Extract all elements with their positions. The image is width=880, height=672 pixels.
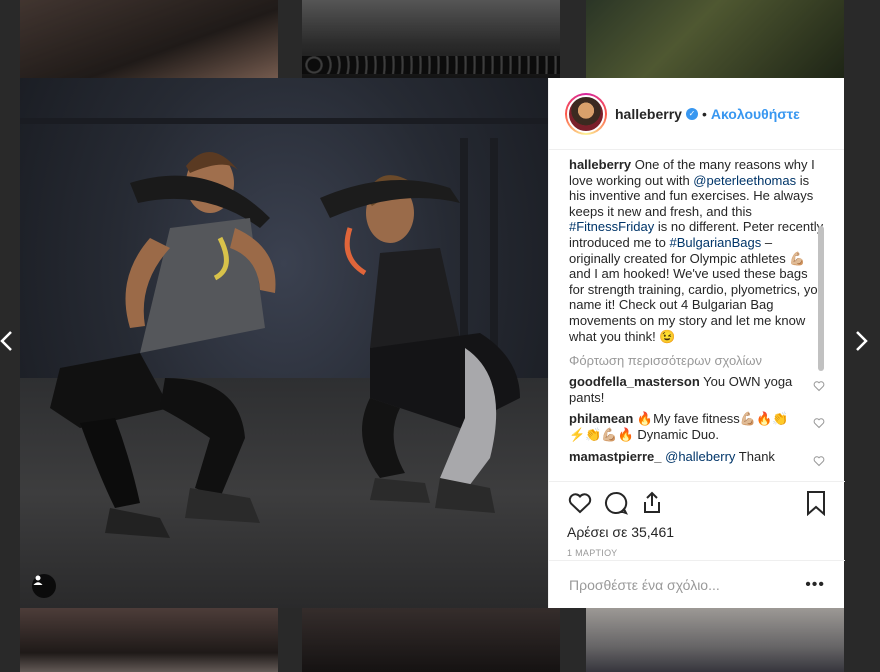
load-more-comments-button[interactable]: Φόρτωση περισσότερων σχολίων (569, 353, 825, 368)
comment-input[interactable] (569, 576, 806, 593)
workout-scene-illustration (20, 118, 548, 538)
post-modal: halleberry ✓ • Ακολουθήστε halleberry On… (20, 78, 845, 608)
bookmark-icon[interactable] (805, 490, 827, 516)
add-comment-bar: ••• (549, 560, 845, 608)
comment-item: philamean 🔥My fave fitness💪🏼🔥👏⚡👏💪🏼🔥 Dyna… (569, 411, 825, 442)
mention-link[interactable]: @peterleethomas (693, 173, 796, 188)
heart-icon[interactable] (813, 380, 825, 392)
post-date[interactable]: 1 ΜΑΡΤΙΟΥ (567, 548, 827, 558)
comments-list[interactable]: halleberry One of the many reasons why I… (549, 151, 845, 481)
comments-scrollbar[interactable] (818, 226, 824, 371)
comment-username[interactable]: philamean (569, 411, 633, 426)
action-icons-row (567, 490, 827, 516)
mention-link[interactable]: @halleberry (665, 449, 735, 464)
heart-icon[interactable] (567, 490, 593, 516)
post-caption: halleberry One of the many reasons why I… (569, 157, 825, 344)
more-options-icon[interactable]: ••• (805, 576, 825, 594)
comment-username[interactable]: mamastpierre_ (569, 449, 662, 464)
follow-button[interactable]: Ακολουθήστε (711, 106, 800, 122)
chevron-right-icon[interactable] (852, 330, 872, 356)
verified-badge-icon: ✓ (685, 107, 698, 120)
caption-username[interactable]: halleberry (569, 157, 631, 172)
avatar-image (567, 94, 605, 133)
comment-text: Thank (738, 448, 775, 464)
hashtag-link[interactable]: #FitnessFriday (569, 219, 654, 234)
avatar[interactable] (565, 92, 607, 135)
hashtag-link[interactable]: #BulgarianBags (669, 235, 761, 250)
comment-icon[interactable] (603, 490, 629, 516)
post-header: halleberry ✓ • Ακολουθήστε (549, 78, 844, 150)
header-separator: • (701, 105, 707, 122)
caption-text-4: – originally created for Olympic athlete… (569, 234, 825, 344)
comment-item: goodfella_masterson You OWN yoga pants! (569, 374, 825, 405)
chevron-left-icon[interactable] (0, 330, 16, 356)
heart-icon[interactable] (813, 417, 825, 429)
user-tag-icon[interactable] (32, 574, 56, 598)
heart-icon[interactable] (813, 455, 825, 467)
share-icon[interactable] (639, 490, 665, 516)
comment-username[interactable]: goodfella_masterson (569, 374, 700, 389)
author-username[interactable]: halleberry (615, 106, 682, 122)
likes-count[interactable]: Αρέσει σε 35,461 (567, 524, 827, 540)
comment-item: mamastpierre_ @halleberry Thank (569, 448, 825, 467)
post-sidebar: halleberry ✓ • Ακολουθήστε halleberry On… (548, 78, 845, 608)
post-image[interactable] (20, 78, 548, 608)
